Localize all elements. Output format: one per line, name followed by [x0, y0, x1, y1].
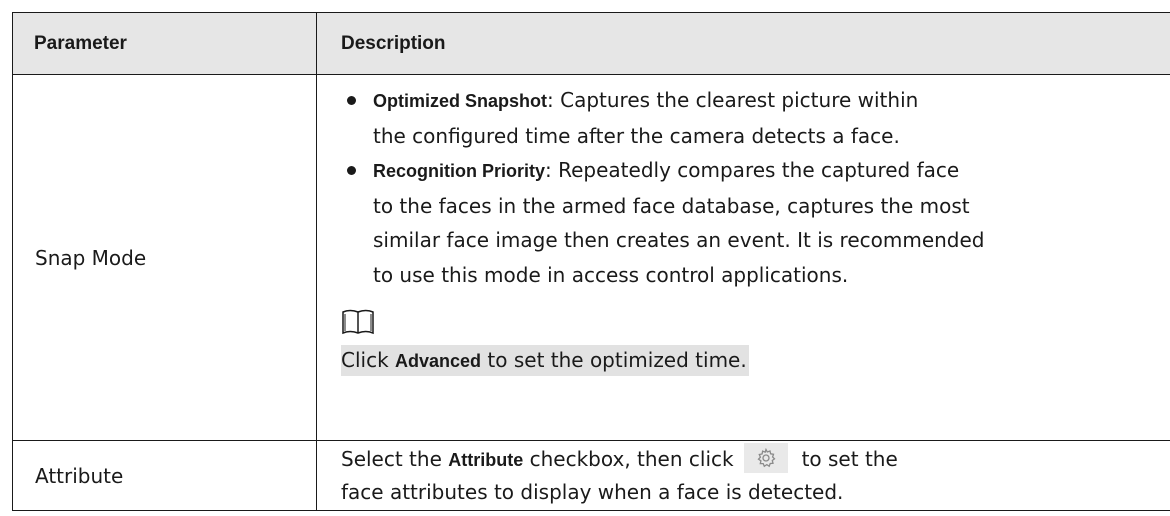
param-attribute: Attribute: [12, 440, 317, 511]
description-snap-mode: Optimized Snapshot: Captures the cleares…: [316, 74, 1170, 441]
term-separator: :: [547, 88, 554, 112]
term-separator: :: [545, 158, 552, 182]
term-optimized-snapshot: Optimized Snapshot: [373, 91, 548, 111]
bullet-text-line: the configured time after the camera det…: [373, 123, 900, 148]
bullet-text-line: Captures the clearest picture within: [553, 88, 919, 112]
term-recognition-priority: Recognition Priority: [373, 161, 546, 181]
bullet-dot: [347, 166, 356, 175]
note-suffix: to set the optimized time.: [481, 348, 747, 372]
gear-icon: [743, 442, 788, 473]
attr-bold-attribute: Attribute: [448, 450, 524, 470]
bullet-text-line: Repeatedly compares the captured face: [551, 158, 960, 182]
bullet-optimized-snapshot: Optimized Snapshot: Captures the cleares…: [341, 83, 1170, 153]
note-bold-advanced: Advanced: [395, 351, 482, 371]
bullet-text-line: similar face image then creates an event…: [373, 228, 985, 252]
attr-text-mid: checkbox, then click: [523, 447, 734, 471]
table-header-row: Parameter Description: [12, 12, 1170, 75]
attr-text-line2: face attributes to display when a face i…: [341, 480, 844, 504]
book-note-icon: [341, 309, 1170, 337]
header-parameter: Parameter: [12, 12, 317, 75]
bullet-text-line: to the faces in the armed face database,…: [373, 193, 970, 218]
description-attribute: Select the Attribute checkbox, then clic…: [316, 440, 1170, 511]
attr-text-prefix: Select the: [341, 447, 449, 471]
bullet-text-line: to use this mode in access control appli…: [373, 262, 849, 287]
param-snap-mode: Snap Mode: [12, 74, 317, 441]
note-prefix: Click: [341, 348, 396, 372]
header-description: Description: [316, 12, 1170, 75]
bullet-dot: [347, 96, 356, 105]
table-row-attribute: Attribute Select the Attribute checkbox,…: [12, 440, 1170, 511]
note-text: Click Advanced to set the optimized time…: [341, 345, 749, 376]
bullet-recognition-priority: Recognition Priority: Repeatedly compare…: [341, 153, 1170, 292]
table-row-snap-mode: Snap Mode Optimized Snapshot: Captures t…: [12, 74, 1170, 441]
parameter-table: Parameter Description Snap Mode Optimize…: [12, 12, 1170, 511]
attr-text-suffix: to set the: [801, 447, 898, 471]
